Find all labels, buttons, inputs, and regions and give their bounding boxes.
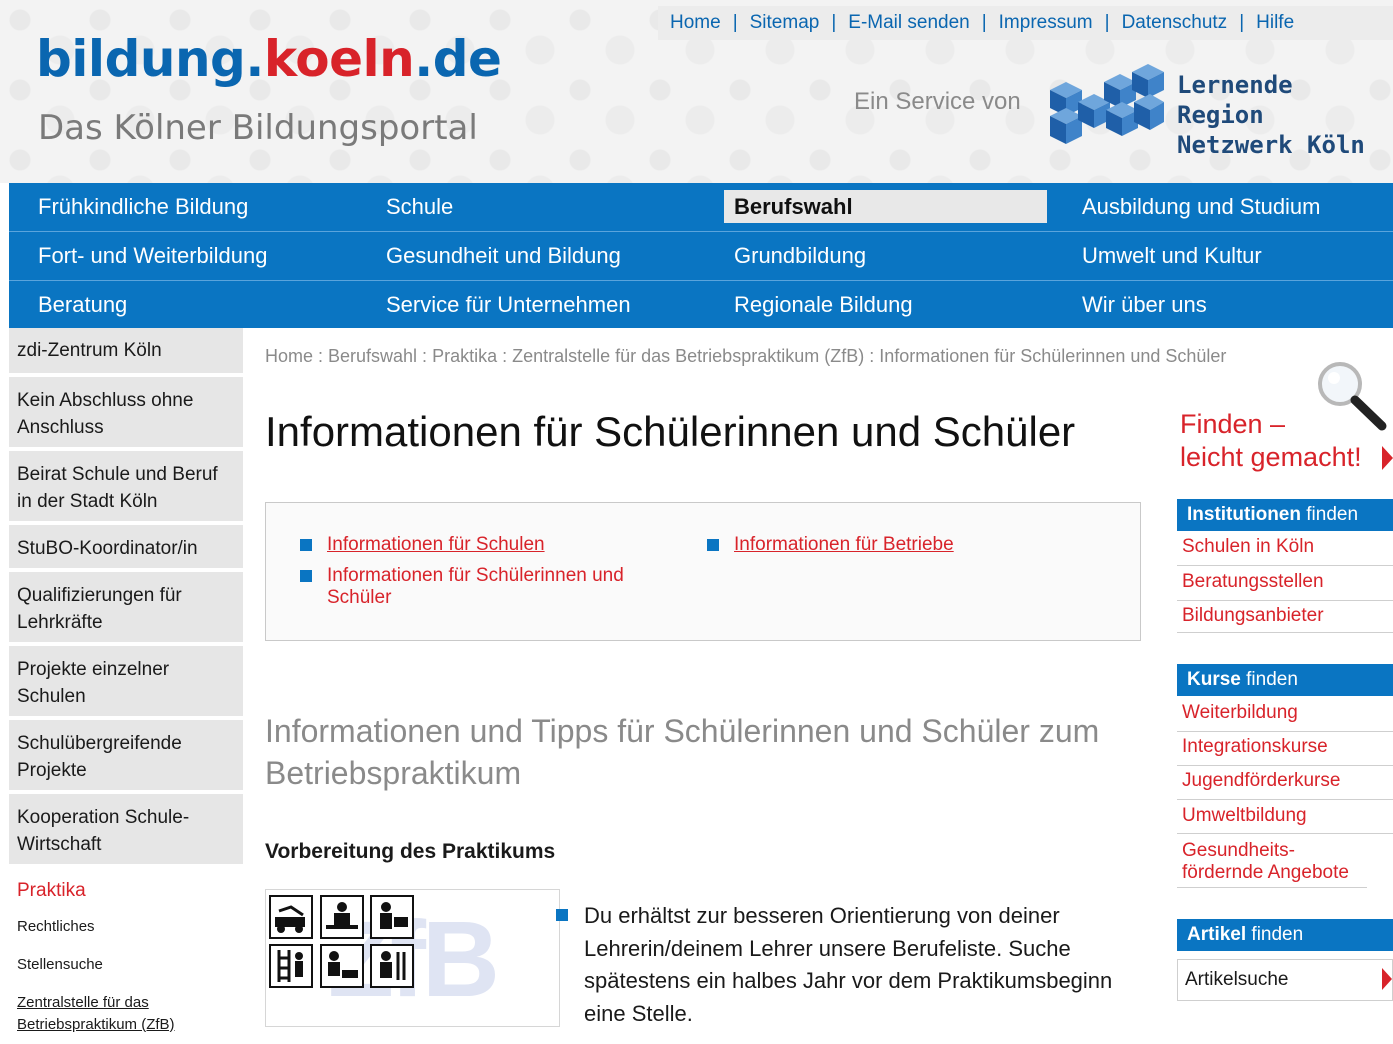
page-links-box: Informationen für Schulen Informationen … xyxy=(265,502,1141,641)
site-header: bildung.koeln.de Das Kölner Bildungsport… xyxy=(0,0,1393,183)
top-link-impressum[interactable]: Impressum xyxy=(987,12,1105,34)
lernende-region-cube-logo[interactable] xyxy=(1048,62,1166,154)
nav-beratung[interactable]: Beratung xyxy=(28,288,127,321)
sidebar-item-praktika-active[interactable]: Praktika xyxy=(9,868,243,908)
nav-umwelt-kultur[interactable]: Umwelt und Kultur xyxy=(1072,239,1262,272)
content-paragraph: Du erhältst zur besseren Orientierung vo… xyxy=(584,903,1113,1026)
bullet-icon xyxy=(300,539,312,551)
site-subtitle: Das Kölner Bildungsportal xyxy=(38,108,478,148)
kitchen-worker-icon xyxy=(370,895,414,939)
nav-schule[interactable]: Schule xyxy=(376,190,453,223)
arrow-right-icon[interactable] xyxy=(1382,446,1393,470)
top-link-email[interactable]: E-Mail senden xyxy=(836,12,981,34)
artikel-finden-header: Artikel finden xyxy=(1177,919,1393,951)
nav-gesundheit-bildung[interactable]: Gesundheit und Bildung xyxy=(376,239,621,272)
search-submit-arrow-icon[interactable] xyxy=(1382,968,1392,990)
nav-berufswahl-active[interactable]: Berufswahl xyxy=(724,190,1047,223)
bullet-icon xyxy=(556,909,568,921)
sidebar-item-schuluebergreifende[interactable]: Schulübergreifende Projekte xyxy=(9,720,243,790)
sidebar-item-kooperation[interactable]: Kooperation Schule-Wirtschaft xyxy=(9,794,243,864)
link-betriebe[interactable]: Informationen für Betriebe xyxy=(734,534,954,556)
link-bildungsanbieter[interactable]: Bildungsanbieter xyxy=(1177,605,1393,633)
link-gesundheitsfoerdernde-angebote[interactable]: Gesundheits-fördernde Angebote xyxy=(1177,840,1367,888)
sidebar-item-stubo[interactable]: StuBO-Koordinator/in xyxy=(9,525,243,568)
sidebar-subitem-rechtliches[interactable]: Rechtliches xyxy=(9,908,243,946)
link-beratungsstellen[interactable]: Beratungsstellen xyxy=(1177,571,1393,601)
link-item: Informationen für Schulen xyxy=(300,534,545,556)
finden-teaser[interactable]: Finden – leicht gemacht! xyxy=(1180,408,1362,474)
nav-wir-ueber-uns[interactable]: Wir über uns xyxy=(1072,288,1207,321)
artikel-search-field[interactable]: Artikelsuche xyxy=(1177,959,1393,1001)
ladder-worker-icon xyxy=(269,944,313,988)
partner-name[interactable]: Lernende Region Netzwerk Köln xyxy=(1177,70,1393,160)
link-umweltbildung[interactable]: Umweltbildung xyxy=(1177,805,1393,834)
link-jugendfoerderkurse[interactable]: Jugendförderkurse xyxy=(1177,770,1393,800)
content-subtitle: Informationen und Tipps für Schülerinnen… xyxy=(265,713,1100,791)
top-link-sitemap[interactable]: Sitemap xyxy=(738,12,832,34)
sidebar-subitem-zfb[interactable]: Zentralstelle für das Betriebspraktikum … xyxy=(9,984,243,1044)
top-link-hilfe[interactable]: Hilfe xyxy=(1244,12,1306,34)
bullet-icon xyxy=(300,570,312,582)
link-item: Informationen für Betriebe xyxy=(707,534,954,556)
top-link-datenschutz[interactable]: Datenschutz xyxy=(1110,12,1240,34)
sidebar-subitem-stellensuche[interactable]: Stellensuche xyxy=(9,946,243,984)
service-label: Ein Service von xyxy=(854,88,1021,115)
nav-row: Fort- und Weiterbildung Gesundheit und B… xyxy=(9,232,1393,281)
breadcrumb[interactable]: Home : Berufswahl : Praktika : Zentralst… xyxy=(265,346,1350,370)
nav-row: Frühkindliche Bildung Schule Berufswahl … xyxy=(9,183,1393,232)
nav-fort-weiterbildung[interactable]: Fort- und Weiterbildung xyxy=(28,239,268,272)
car-mechanic-icon xyxy=(269,895,313,939)
section-heading: Vorbereitung des Praktikums xyxy=(265,840,556,863)
nav-fruehkindliche-bildung[interactable]: Frühkindliche Bildung xyxy=(28,190,248,223)
sidebar-item-projekte-einzelner[interactable]: Projekte einzelner Schulen xyxy=(9,646,243,716)
site-logo[interactable]: bildung.koeln.de xyxy=(36,30,502,88)
nav-ausbildung-studium[interactable]: Ausbildung und Studium xyxy=(1072,190,1321,223)
construction-worker-icon xyxy=(370,944,414,988)
main-navigation: Frühkindliche Bildung Schule Berufswahl … xyxy=(9,183,1393,328)
sidebar-item-beirat[interactable]: Beirat Schule und Beruf in der Stadt Köl… xyxy=(9,451,243,521)
link-integrationskurse[interactable]: Integrationskurse xyxy=(1177,736,1393,766)
link-item: Informationen für Schülerinnen und Schül… xyxy=(300,565,670,609)
page-title: Informationen für Schülerinnen und Schül… xyxy=(265,408,1076,455)
top-utility-nav: Home | Sitemap | E-Mail senden | Impress… xyxy=(658,6,1393,40)
zfb-logo-image: ZfB xyxy=(265,889,560,1027)
sidebar-item-qualifizierungen[interactable]: Qualifizierungen für Lehrkräfte xyxy=(9,572,243,642)
link-schuelerinnen[interactable]: Informationen für Schülerinnen und Schül… xyxy=(327,565,670,609)
top-link-home[interactable]: Home xyxy=(658,12,733,34)
sidebar-item-kein-abschluss[interactable]: Kein Abschluss ohne Anschluss xyxy=(9,377,243,447)
nav-service-unternehmen[interactable]: Service für Unternehmen xyxy=(376,288,631,321)
kurse-finden-header: Kurse finden xyxy=(1177,664,1393,696)
left-sidebar: zdi-Zentrum Köln Kein Abschluss ohne Ans… xyxy=(9,328,243,1044)
institutionen-finden-header: Institutionen finden xyxy=(1177,499,1393,531)
bullet-icon xyxy=(707,539,719,551)
sidebar-item-zdi-zentrum[interactable]: zdi-Zentrum Köln xyxy=(9,328,243,373)
nav-grundbildung[interactable]: Grundbildung xyxy=(724,239,866,272)
nav-row: Beratung Service für Unternehmen Regiona… xyxy=(9,281,1393,329)
link-schulen-in-koeln[interactable]: Schulen in Köln xyxy=(1177,536,1393,566)
office-worker-icon xyxy=(320,895,364,939)
nav-regionale-bildung[interactable]: Regionale Bildung xyxy=(724,288,913,321)
link-weiterbildung[interactable]: Weiterbildung xyxy=(1177,702,1393,732)
link-schulen[interactable]: Informationen für Schulen xyxy=(327,534,545,556)
care-worker-icon xyxy=(320,944,364,988)
